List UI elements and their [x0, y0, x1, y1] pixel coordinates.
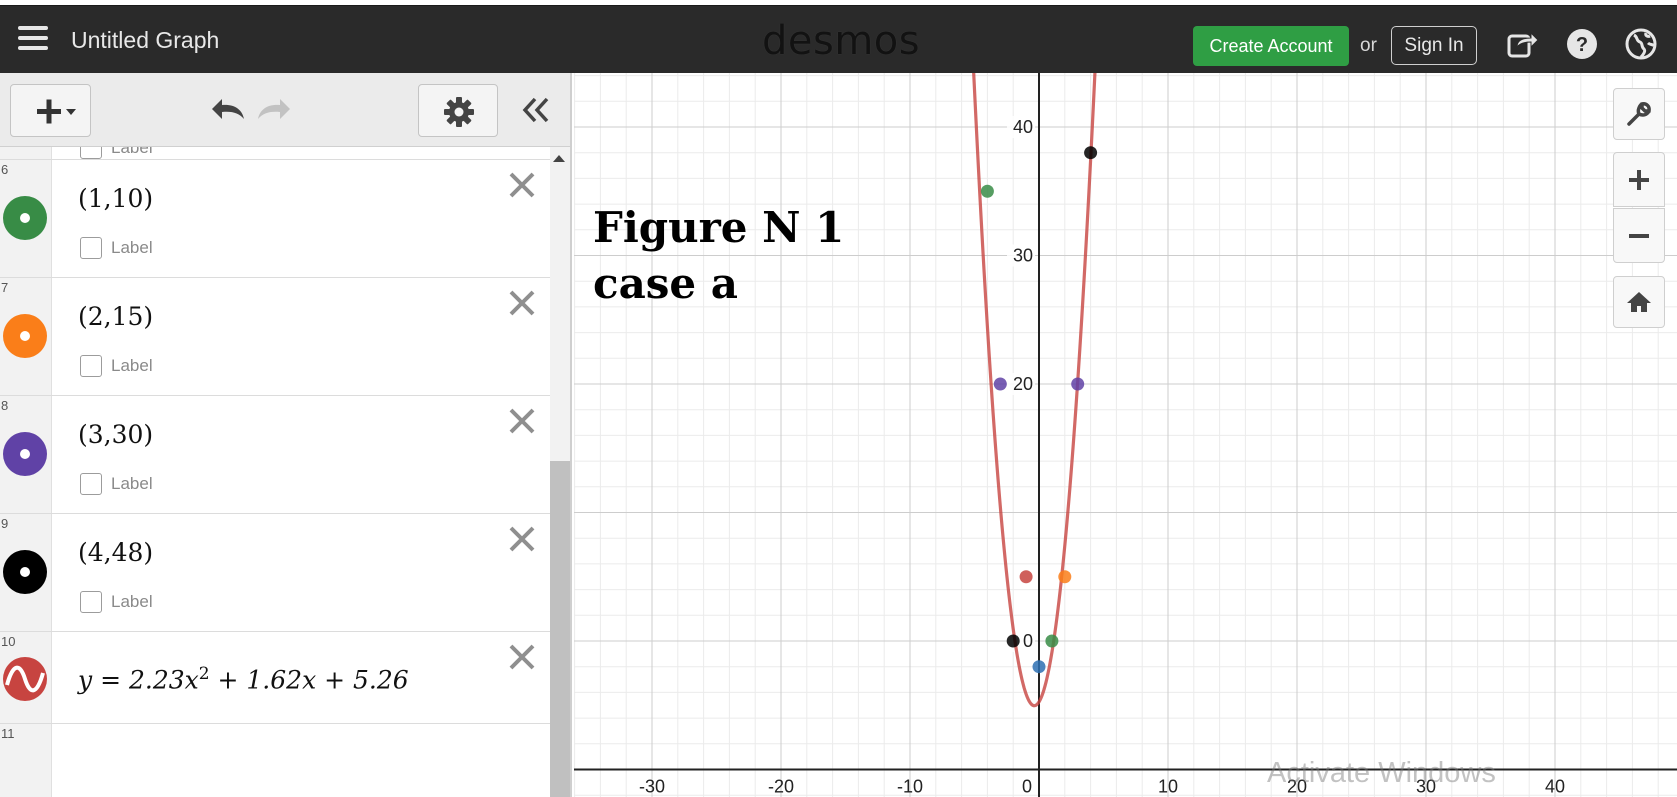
x-tick-label: -10 [897, 777, 923, 797]
svg-text:?: ? [1576, 34, 1588, 56]
remove-icon[interactable] [508, 407, 536, 435]
expression-number: 6 [1, 162, 9, 177]
expression-panel: Label 6 (1,10) Label 7 (2,15) Label 8 (3… [0, 73, 572, 797]
x-tick-label: 0 [1022, 777, 1032, 797]
y-tick-label: 0 [1023, 631, 1033, 651]
data-point[interactable] [1019, 570, 1033, 584]
curve-color-icon[interactable] [3, 657, 47, 701]
expression-toolbar [0, 73, 570, 147]
label-text: Label [111, 238, 153, 257]
graph-title[interactable]: Untitled Graph [71, 27, 219, 54]
data-point[interactable] [1071, 377, 1085, 391]
settings-button[interactable] [418, 84, 498, 137]
redo-icon[interactable] [254, 95, 294, 127]
expression-row-6[interactable]: 6 (1,10) Label [0, 160, 550, 278]
create-account-button[interactable]: Create Account [1193, 26, 1349, 66]
remove-icon[interactable] [508, 289, 536, 317]
expression-number: 11 [1, 726, 15, 741]
settings-icon [444, 97, 474, 127]
label-checkbox[interactable] [80, 355, 102, 377]
data-point[interactable] [993, 377, 1007, 391]
expression-text[interactable]: (1,10) [78, 184, 153, 213]
graph-annotation: Figure N 1 case a [593, 200, 844, 312]
label-checkbox[interactable] [80, 147, 102, 159]
point-color-icon[interactable] [3, 314, 47, 358]
expression-text[interactable]: (2,15) [78, 302, 153, 331]
sign-in-button[interactable]: Sign In [1391, 26, 1477, 65]
point-color-icon[interactable] [3, 550, 47, 594]
data-point[interactable] [1006, 634, 1020, 648]
data-point[interactable] [1084, 146, 1098, 160]
help-icon[interactable]: ? [1565, 27, 1599, 61]
zoom-in-icon [1629, 169, 1649, 190]
activate-windows-watermark: Activate Windows [1267, 757, 1496, 789]
expression-row-11[interactable]: 11 [0, 724, 550, 797]
x-tick-label: -30 [639, 777, 665, 797]
data-point[interactable] [1032, 660, 1046, 674]
label-text: Label [111, 356, 153, 375]
y-tick-label: 30 [1013, 246, 1033, 266]
expression-text[interactable]: (3,30) [78, 420, 153, 449]
expression-number: 9 [1, 516, 9, 531]
label-checkbox[interactable] [80, 237, 102, 259]
data-point[interactable] [980, 184, 994, 198]
x-tick-label: -20 [768, 777, 794, 797]
menu-icon[interactable] [18, 26, 48, 52]
remove-icon[interactable] [508, 643, 536, 671]
undo-icon[interactable] [208, 95, 248, 127]
point-color-icon[interactable] [3, 196, 47, 240]
zoom-out-button[interactable] [1613, 208, 1665, 263]
desmos-logo: desmos [762, 18, 921, 64]
y-tick-label: 20 [1013, 374, 1033, 394]
add-item-button[interactable] [10, 84, 91, 137]
label-text: Label [111, 592, 153, 611]
expression-row-8[interactable]: 8 (3,30) Label [0, 396, 550, 514]
y-tick-label: 40 [1013, 117, 1033, 137]
annotation-line-1: Figure N 1 [593, 203, 845, 252]
graph-settings-button[interactable] [1613, 88, 1665, 140]
share-icon[interactable] [1505, 27, 1539, 61]
home-icon [1627, 292, 1651, 312]
expression-text[interactable]: y = 2.23x2 + 1.62x + 5.26 [78, 664, 409, 694]
zoom-out-icon [1629, 233, 1649, 238]
label-checkbox[interactable] [80, 473, 102, 495]
remove-icon[interactable] [508, 171, 536, 199]
expression-row-7[interactable]: 7 (2,15) Label [0, 278, 550, 396]
expression-number: 7 [1, 280, 9, 295]
expression-text[interactable]: (4,48) [78, 538, 153, 567]
scrollbar-thumb[interactable] [550, 461, 570, 797]
expression-row-partial: Label [0, 147, 550, 160]
top-bar: Untitled Graph desmos Create Account or … [0, 5, 1677, 73]
expression-number: 10 [1, 634, 16, 649]
language-icon[interactable] [1624, 27, 1658, 61]
annotation-line-2: case a [593, 259, 738, 308]
remove-icon[interactable] [508, 525, 536, 553]
collapse-icon[interactable] [519, 93, 553, 127]
or-text: or [1360, 35, 1377, 56]
data-point[interactable] [1045, 634, 1059, 648]
x-tick-label: 40 [1545, 777, 1565, 797]
scroll-up-icon[interactable] [553, 155, 565, 162]
expression-row-9[interactable]: 9 (4,48) Label [0, 514, 550, 632]
label-text: Label [111, 147, 153, 157]
graph-canvas[interactable]: -30-20-10010203040504030200 [574, 73, 1677, 797]
add-icon [37, 99, 76, 124]
label-text: Label [111, 474, 153, 493]
expression-row-10[interactable]: 10 y = 2.23x2 + 1.62x + 5.26 [0, 632, 550, 724]
label-checkbox[interactable] [80, 591, 102, 613]
point-color-icon[interactable] [3, 432, 47, 476]
default-viewport-button[interactable] [1613, 276, 1665, 328]
data-point[interactable] [1058, 570, 1072, 584]
expression-list: Label 6 (1,10) Label 7 (2,15) Label 8 (3… [0, 147, 550, 797]
wrench-icon [1627, 102, 1651, 126]
x-tick-label: 10 [1158, 777, 1178, 797]
zoom-in-button[interactable] [1613, 152, 1665, 207]
expression-number: 8 [1, 398, 9, 413]
